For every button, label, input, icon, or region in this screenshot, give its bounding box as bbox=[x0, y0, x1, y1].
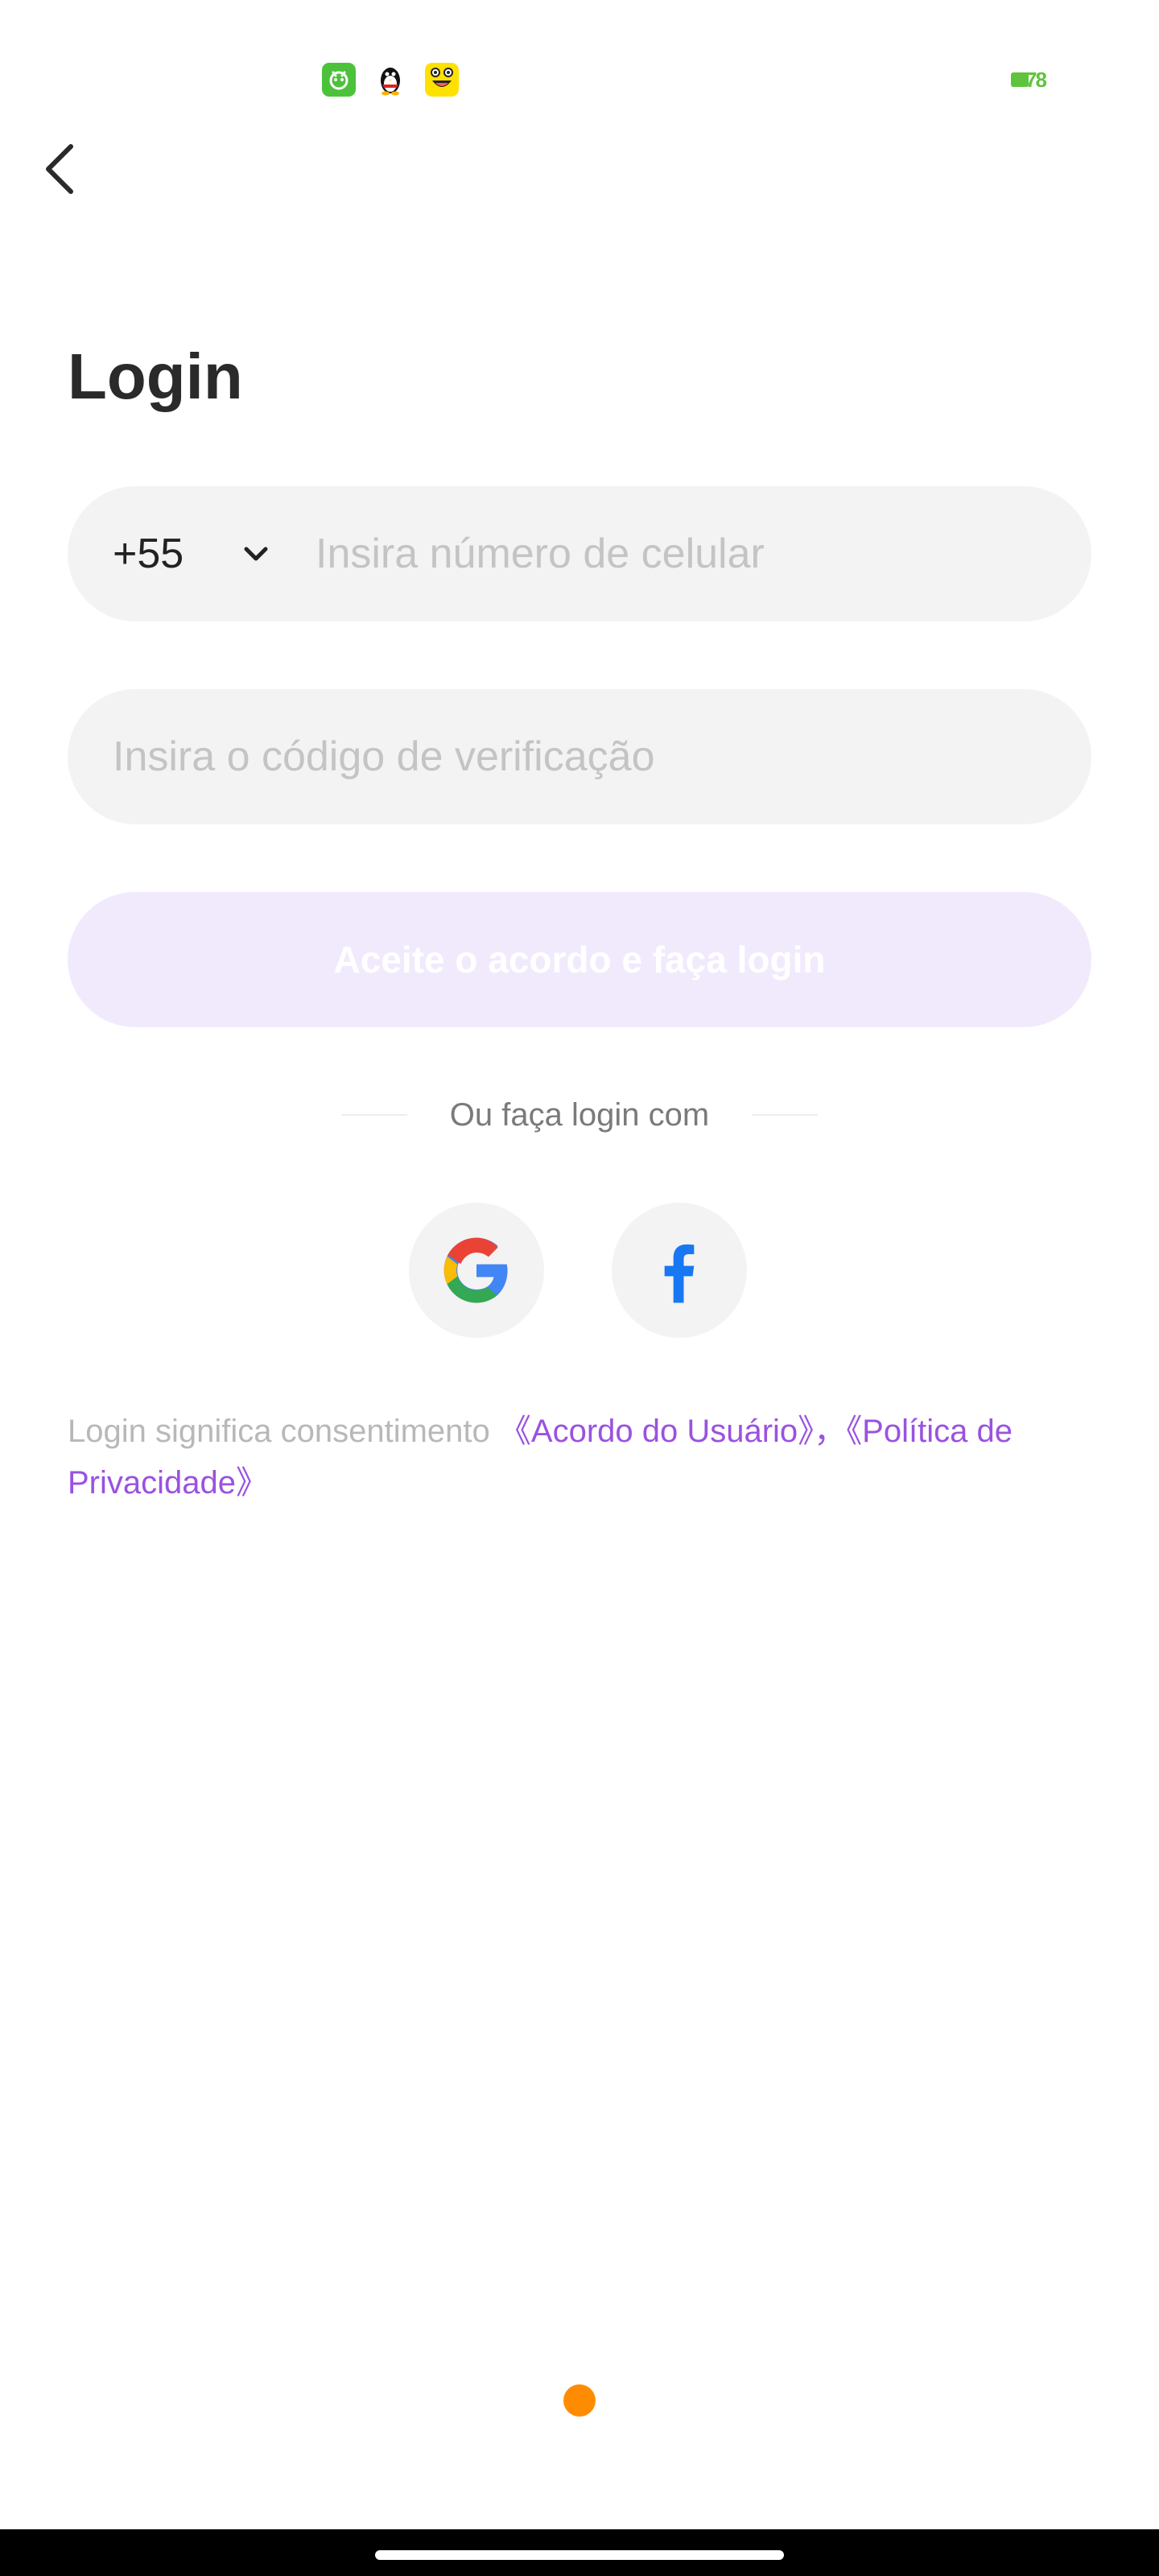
floating-assistant-dot[interactable] bbox=[563, 2384, 596, 2417]
consent-prefix: Login significa consentimento bbox=[68, 1414, 499, 1449]
login-screen: 78 Login +55 Aceite o acordo e faça logi… bbox=[0, 0, 1159, 2576]
battery-indicator: 78 bbox=[1011, 69, 1051, 90]
alt-login-label: Ou faça login com bbox=[449, 1097, 710, 1133]
alt-login-divider: Ou faça login com bbox=[0, 1087, 1159, 1143]
google-login-button[interactable] bbox=[409, 1203, 544, 1338]
verification-field bbox=[68, 689, 1091, 824]
facebook-icon bbox=[664, 1244, 695, 1303]
battery-level: 78 bbox=[1025, 68, 1047, 92]
phone-field: +55 bbox=[68, 486, 1091, 621]
login-button[interactable]: Aceite o acordo e faça login bbox=[68, 892, 1091, 1027]
consent-text: Login significa consentimento 《Acordo do… bbox=[68, 1406, 1106, 1509]
facebook-login-button[interactable] bbox=[612, 1203, 747, 1338]
user-agreement-link[interactable]: 《Acordo do Usuário》 bbox=[499, 1414, 814, 1449]
verification-code-input[interactable] bbox=[113, 689, 1046, 824]
back-button[interactable] bbox=[32, 129, 97, 209]
home-indicator[interactable] bbox=[375, 2550, 784, 2560]
phone-number-input[interactable] bbox=[316, 486, 1056, 621]
penguin-icon bbox=[373, 63, 407, 97]
chevron-left-icon bbox=[46, 144, 73, 194]
country-code-selector[interactable]: +55 bbox=[113, 486, 184, 621]
navigation-bar bbox=[0, 2529, 1159, 2576]
chevron-down-icon[interactable] bbox=[237, 535, 275, 573]
consent-separator: ， bbox=[814, 1414, 847, 1449]
status-bar: 78 bbox=[0, 0, 1159, 145]
divider-line-right bbox=[752, 1114, 818, 1116]
app-green-icon bbox=[322, 63, 356, 97]
divider-line-left bbox=[341, 1114, 407, 1116]
page-title: Login bbox=[68, 341, 243, 412]
google-icon bbox=[443, 1237, 508, 1303]
frog-face-icon bbox=[425, 63, 459, 97]
